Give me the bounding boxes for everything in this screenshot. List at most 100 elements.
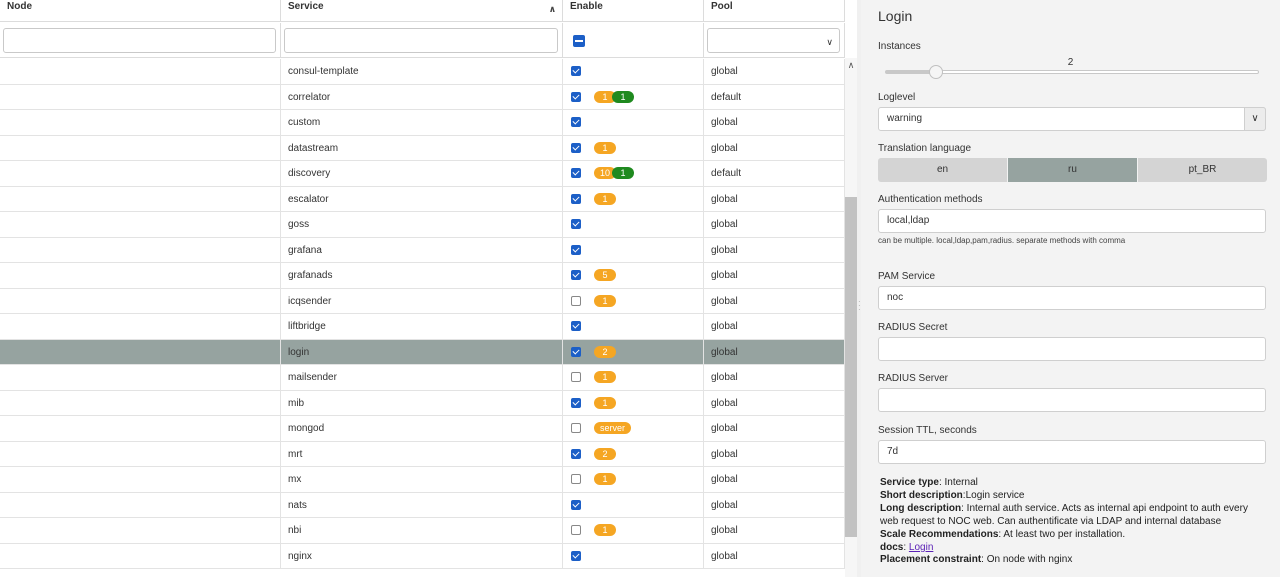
- service-cell[interactable]: nginx: [281, 543, 563, 568]
- service-cell[interactable]: nats: [281, 492, 563, 517]
- pool-cell[interactable]: global: [704, 365, 845, 390]
- pool-cell[interactable]: global: [704, 339, 845, 364]
- node-cell[interactable]: [0, 135, 281, 160]
- node-cell[interactable]: [0, 441, 281, 466]
- lang-option-pt-br[interactable]: pt_BR: [1138, 158, 1267, 182]
- service-cell[interactable]: grafanads: [281, 263, 563, 288]
- auth-methods-input[interactable]: local,ldap: [878, 209, 1266, 233]
- chevron-down-icon[interactable]: ∨: [1244, 107, 1266, 131]
- pool-cell[interactable]: default: [704, 84, 845, 109]
- pool-cell[interactable]: global: [704, 288, 845, 313]
- enable-checkbox[interactable]: [571, 525, 581, 536]
- loglevel-select[interactable]: warning ∨: [878, 107, 1266, 131]
- node-cell[interactable]: [0, 416, 281, 441]
- enable-checkbox[interactable]: [571, 91, 581, 102]
- pool-cell[interactable]: global: [704, 59, 845, 84]
- lang-option-en[interactable]: en: [878, 158, 1008, 182]
- column-header-service[interactable]: Service ∧: [281, 0, 563, 22]
- scrollbar-thumb[interactable]: [845, 197, 857, 537]
- table-row[interactable]: grafana global: [0, 237, 845, 263]
- service-cell[interactable]: escalator: [281, 186, 563, 211]
- chevron-up-icon[interactable]: ∧: [845, 58, 857, 72]
- pool-cell[interactable]: global: [704, 314, 845, 339]
- node-cell[interactable]: [0, 263, 281, 288]
- enable-checkbox[interactable]: [571, 448, 581, 459]
- service-cell[interactable]: mrt: [281, 441, 563, 466]
- enable-checkbox[interactable]: [571, 499, 581, 510]
- enable-checkbox[interactable]: [571, 397, 581, 408]
- table-row[interactable]: liftbridge global: [0, 314, 845, 340]
- sort-ascending-icon[interactable]: ∧: [549, 2, 556, 16]
- node-cell[interactable]: [0, 390, 281, 415]
- pool-cell[interactable]: global: [704, 263, 845, 288]
- pool-cell[interactable]: global: [704, 186, 845, 211]
- table-row[interactable]: mongod server global: [0, 416, 845, 442]
- node-cell[interactable]: [0, 518, 281, 543]
- pool-cell[interactable]: global: [704, 492, 845, 517]
- column-header-pool[interactable]: Pool: [704, 0, 845, 22]
- table-row[interactable]: custom global: [0, 110, 845, 136]
- docs-link[interactable]: Login: [909, 542, 933, 553]
- radius-secret-input[interactable]: [878, 337, 1266, 361]
- node-cell[interactable]: [0, 212, 281, 237]
- session-ttl-input[interactable]: 7d: [878, 440, 1266, 464]
- service-cell[interactable]: nbi: [281, 518, 563, 543]
- table-row[interactable]: goss global: [0, 212, 845, 238]
- table-row[interactable]: correlator 1 1 default: [0, 84, 845, 110]
- enable-checkbox[interactable]: [571, 117, 581, 128]
- pool-cell[interactable]: global: [704, 212, 845, 237]
- table-row[interactable]: discovery 10 1 default: [0, 161, 845, 187]
- enable-filter-checkbox[interactable]: [573, 35, 585, 47]
- table-row[interactable]: mib 1 global: [0, 390, 845, 416]
- enable-checkbox[interactable]: [571, 270, 581, 281]
- node-cell[interactable]: [0, 84, 281, 109]
- table-row[interactable]: mailsender 1 global: [0, 365, 845, 391]
- pool-cell[interactable]: global: [704, 441, 845, 466]
- node-cell[interactable]: [0, 467, 281, 492]
- service-cell[interactable]: consul-template: [281, 59, 563, 84]
- enable-checkbox[interactable]: [571, 295, 581, 306]
- pool-cell[interactable]: global: [704, 237, 845, 262]
- node-cell[interactable]: [0, 492, 281, 517]
- node-cell[interactable]: [0, 339, 281, 364]
- service-cell[interactable]: liftbridge: [281, 314, 563, 339]
- node-cell[interactable]: [0, 237, 281, 262]
- node-cell[interactable]: [0, 59, 281, 84]
- table-row[interactable]: grafanads 5 global: [0, 263, 845, 289]
- enable-checkbox[interactable]: [571, 372, 581, 383]
- enable-checkbox[interactable]: [571, 321, 581, 332]
- enable-checkbox[interactable]: [571, 550, 581, 561]
- service-cell[interactable]: datastream: [281, 135, 563, 160]
- pool-filter-select[interactable]: ∨: [707, 28, 840, 53]
- enable-checkbox[interactable]: [571, 423, 581, 434]
- enable-checkbox[interactable]: [571, 244, 581, 255]
- table-row[interactable]: consul-template global: [0, 59, 845, 85]
- pool-cell[interactable]: global: [704, 110, 845, 135]
- pool-cell[interactable]: global: [704, 543, 845, 568]
- service-cell[interactable]: icqsender: [281, 288, 563, 313]
- service-filter-input[interactable]: [284, 28, 558, 53]
- service-cell[interactable]: goss: [281, 212, 563, 237]
- table-row[interactable]: datastream 1 global: [0, 135, 845, 161]
- service-cell[interactable]: mongod: [281, 416, 563, 441]
- table-row[interactable]: nats global: [0, 492, 845, 518]
- node-cell[interactable]: [0, 314, 281, 339]
- enable-checkbox[interactable]: [571, 346, 581, 357]
- pam-service-input[interactable]: noc: [878, 286, 1266, 310]
- column-header-node[interactable]: Node: [0, 0, 281, 22]
- node-cell[interactable]: [0, 543, 281, 568]
- enable-checkbox[interactable]: [571, 193, 581, 204]
- enable-checkbox[interactable]: [571, 168, 581, 179]
- table-row[interactable]: login 2 global: [0, 339, 845, 365]
- table-row[interactable]: mx 1 global: [0, 467, 845, 493]
- node-cell[interactable]: [0, 365, 281, 390]
- pool-cell[interactable]: global: [704, 416, 845, 441]
- column-header-enable[interactable]: Enable: [563, 0, 704, 22]
- table-row[interactable]: nbi 1 global: [0, 518, 845, 544]
- pool-cell[interactable]: global: [704, 135, 845, 160]
- lang-option-ru[interactable]: ru: [1008, 158, 1138, 182]
- pool-cell[interactable]: default: [704, 161, 845, 186]
- pool-cell[interactable]: global: [704, 518, 845, 543]
- radius-server-input[interactable]: [878, 388, 1266, 412]
- node-cell[interactable]: [0, 110, 281, 135]
